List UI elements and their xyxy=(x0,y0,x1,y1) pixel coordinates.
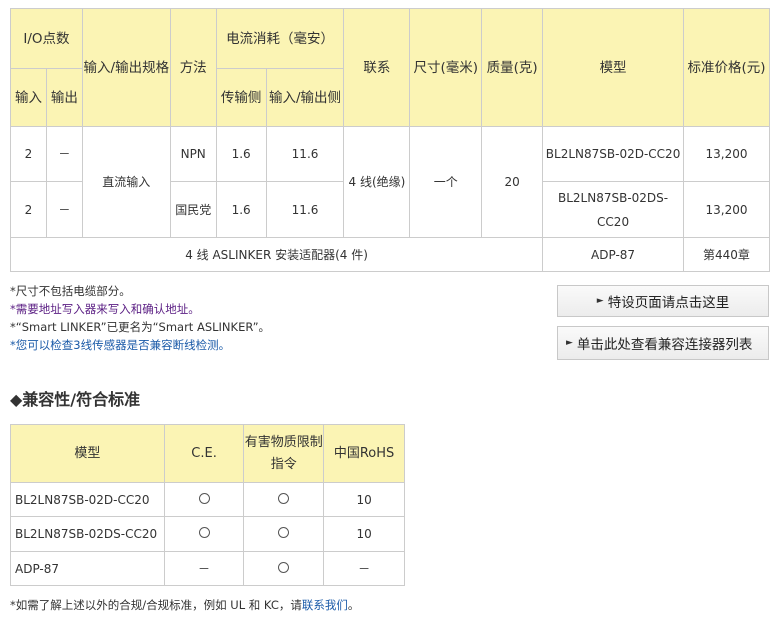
china-rohs-value: 10 xyxy=(323,482,405,517)
note-cable: *尺寸不包括电缆部分。 xyxy=(10,284,131,298)
hazardous-header: 有害物质限制指令 xyxy=(243,424,325,483)
arrow-right-icon: ► xyxy=(596,296,604,306)
size-value: 一个 xyxy=(409,126,483,238)
circle-icon xyxy=(198,527,210,538)
method-value: NPN xyxy=(169,126,217,182)
china-rohs-value: － xyxy=(323,551,405,586)
compat-model: ADP-87 xyxy=(10,551,165,586)
price-value: 13,200 xyxy=(682,181,771,238)
size-header: 尺寸(毫米) xyxy=(409,8,483,127)
transmit-side-header: 传输侧 xyxy=(215,68,267,127)
io-current: 11.6 xyxy=(265,181,345,238)
spec-table: I/O点数 输入/输出规格 方法 电流消耗（毫安） 联系 尺寸(毫米) 质量(克… xyxy=(9,8,771,272)
price-header: 标准价格(元) xyxy=(682,8,771,127)
model-header: 模型 xyxy=(542,8,684,127)
footer-text: *如需了解上述以外的合规/合规标准，例如 UL 和 KC，请 xyxy=(10,598,302,612)
io-side-header: 输入/输出侧 xyxy=(265,68,345,127)
output-header: 输出 xyxy=(45,68,83,127)
compat-model-header: 模型 xyxy=(10,424,165,483)
weight-value: 20 xyxy=(481,126,544,238)
compatible-list-button[interactable]: ► 单击此处查看兼容连接器列表 xyxy=(557,326,769,360)
footer-note: *如需了解上述以外的合规/合规标准，例如 UL 和 KC，请联系我们。 xyxy=(10,597,359,613)
hazardous-status xyxy=(243,516,325,552)
footer-end: 。 xyxy=(347,598,360,612)
io-spec-header: 输入/输出规格 xyxy=(81,8,171,127)
table-row: BL2LN87SB-02DS-CC20 10 xyxy=(10,516,405,552)
input-count: 2 xyxy=(10,126,47,182)
section-title: ◆兼容性/符合标准 xyxy=(10,390,141,409)
table-row: 4 线 ASLINKER 安装适配器(4 件) ADP-87 第440章 xyxy=(9,237,771,272)
transmit-current: 1.6 xyxy=(215,181,267,238)
io-points-header: I/O点数 xyxy=(10,8,83,69)
io-spec-value: 直流输入 xyxy=(81,126,171,238)
price-value: 13,200 xyxy=(682,126,771,182)
notes: *尺寸不包括电缆部分。 *需要地址写入器来写入和确认地址。 *“Smart LI… xyxy=(10,282,270,354)
ce-header: C.E. xyxy=(163,424,245,483)
special-page-button[interactable]: ► 特设页面请点击这里 xyxy=(557,285,769,317)
hazardous-status xyxy=(243,482,325,517)
price-value: 第440章 xyxy=(682,237,771,272)
circle-icon xyxy=(278,561,290,573)
contact-us-link[interactable]: 联系我们 xyxy=(302,598,348,612)
table-row: 2 － 直流输入 NPN 1.6 11.6 4 线(绝缘) 一个 20 BL2L… xyxy=(10,126,771,238)
china-rohs-value: 10 xyxy=(323,516,405,552)
circle-icon xyxy=(278,527,290,538)
ce-status: － xyxy=(163,551,245,586)
output-count: － xyxy=(45,181,83,238)
note-disconnection-check[interactable]: *您可以检查3线传感器是否兼容断线检测。 xyxy=(10,336,270,354)
method-value: 国民党 xyxy=(169,181,217,238)
note-address-writer[interactable]: *需要地址写入器来写入和确认地址。 xyxy=(10,300,270,318)
compat-model: BL2LN87SB-02DS-CC20 xyxy=(10,516,165,552)
model-value: ADP-87 xyxy=(542,237,684,272)
china-rohs-header: 中国RoHS xyxy=(323,424,405,483)
special-page-label: 特设页面请点击这里 xyxy=(607,295,730,311)
compat-model: BL2LN87SB-02D-CC20 xyxy=(10,482,165,517)
io-current: 11.6 xyxy=(265,126,345,182)
current-header: 电流消耗（毫安） xyxy=(215,8,345,69)
circle-icon xyxy=(198,492,210,504)
table-row: BL2LN87SB-02D-CC20 10 xyxy=(10,482,405,517)
weight-header: 质量(克) xyxy=(481,8,544,127)
method-header: 方法 xyxy=(169,8,217,127)
output-count: － xyxy=(45,126,83,182)
transmit-current: 1.6 xyxy=(215,126,267,182)
connection-header: 联系 xyxy=(343,8,411,127)
compatible-list-label: 单击此处查看兼容连接器列表 xyxy=(576,337,753,353)
input-count: 2 xyxy=(10,181,47,238)
hazardous-status xyxy=(243,551,325,586)
input-header: 输入 xyxy=(10,68,47,127)
ce-status xyxy=(163,482,245,517)
model-value: BL2LN87SB-02DS-CC20 xyxy=(542,181,684,238)
connection-value: 4 线(绝缘) xyxy=(343,126,411,238)
arrow-right-icon: ► xyxy=(566,338,573,348)
compat-table: 模型 C.E. 有害物质限制指令 中国RoHS BL2LN87SB-02D-CC… xyxy=(10,424,405,586)
ce-status xyxy=(163,516,245,552)
table-row: ADP-87 － － xyxy=(10,551,405,586)
adapter-label: 4 线 ASLINKER 安装适配器(4 件) xyxy=(9,237,544,272)
model-value: BL2LN87SB-02D-CC20 xyxy=(542,126,684,182)
circle-icon xyxy=(278,492,290,504)
note-rename: *“Smart LINKER”已更名为“Smart ASLINKER”。 xyxy=(10,320,271,334)
